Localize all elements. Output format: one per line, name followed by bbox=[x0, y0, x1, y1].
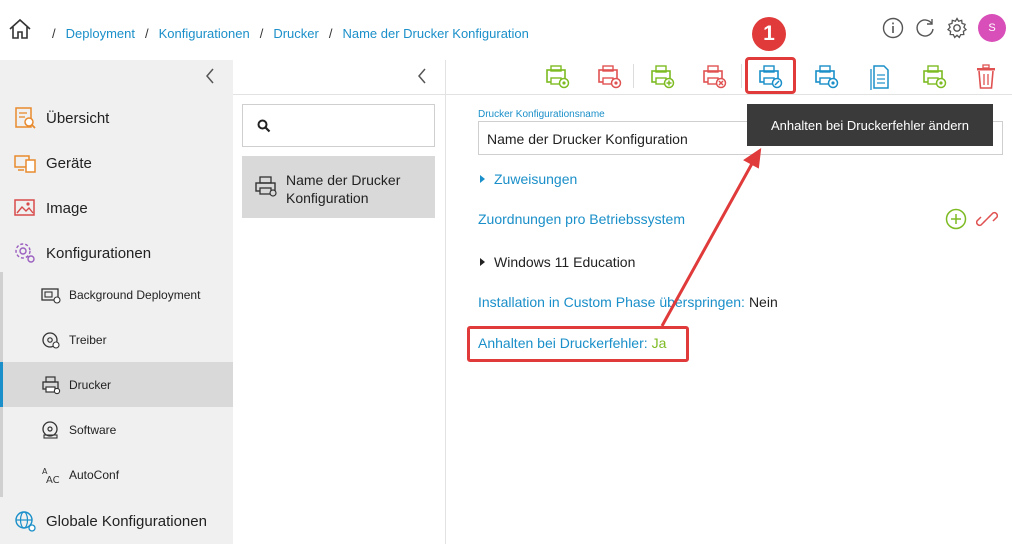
remove-printer-icon bbox=[703, 65, 727, 89]
list-item-label: Name der Drucker Konfiguration bbox=[286, 172, 401, 206]
unlink-icon[interactable] bbox=[976, 208, 998, 230]
sidebar-subitem-label: AutoConf bbox=[69, 467, 120, 482]
add-printer-config-icon bbox=[546, 65, 570, 89]
search-input[interactable] bbox=[281, 113, 426, 139]
printer-settings-button[interactable] bbox=[808, 62, 844, 92]
add-printer-icon bbox=[651, 65, 675, 89]
printer-export-icon bbox=[923, 65, 947, 89]
os-entry-label: Windows 11 Education bbox=[494, 254, 636, 270]
toolbar-separator bbox=[741, 64, 742, 88]
sidebar-item-globale-konfigurationen[interactable]: Globale Konfigurationen bbox=[0, 509, 233, 533]
name-input[interactable] bbox=[487, 128, 767, 150]
add-printer-button[interactable] bbox=[644, 62, 680, 92]
breadcrumb-drucker[interactable]: Drucker bbox=[273, 26, 319, 41]
assignments-expander[interactable]: Zuweisungen bbox=[480, 171, 577, 187]
sidebar-subitem-label: Software bbox=[69, 422, 117, 437]
driver-icon bbox=[42, 331, 60, 349]
printer-icon bbox=[42, 375, 61, 394]
breadcrumb-separator: / bbox=[52, 26, 56, 41]
list-item[interactable]: Name der Drucker Konfiguration bbox=[242, 156, 435, 218]
home-icon[interactable] bbox=[8, 17, 32, 41]
sidebar-subitem-drucker[interactable]: Drucker bbox=[0, 362, 233, 407]
sidebar-item-konfigurationen[interactable]: Konfigurationen bbox=[0, 241, 233, 265]
sidebar-item-image[interactable]: Image bbox=[0, 196, 233, 220]
delete-button[interactable] bbox=[968, 62, 1004, 92]
search-icon bbox=[257, 119, 271, 133]
top-bar: / Deployment / Konfigurationen / Drucker… bbox=[0, 0, 1012, 60]
os-entry-expander[interactable]: Windows 11 Education bbox=[480, 254, 635, 270]
document-copy-icon bbox=[870, 65, 889, 90]
autoconf-icon: A AC bbox=[42, 467, 60, 485]
detail-panel: Drucker Konfigurationsname Zuweisungen Z… bbox=[446, 95, 1012, 544]
delete-printer-config-icon bbox=[598, 65, 622, 89]
copy-config-button[interactable] bbox=[862, 62, 898, 92]
collapse-sidebar-icon[interactable] bbox=[203, 66, 217, 86]
step-badge: 1 bbox=[752, 17, 786, 51]
global-config-icon bbox=[15, 511, 36, 532]
sidebar-item-label: Globale Konfigurationen bbox=[46, 512, 207, 530]
search-box bbox=[242, 104, 435, 147]
highlight-box bbox=[467, 326, 689, 362]
sidebar-subitem-label: Drucker bbox=[69, 377, 112, 392]
list-panel: Name der Drucker Konfiguration bbox=[233, 60, 446, 544]
breadcrumb-separator: / bbox=[259, 26, 264, 41]
refresh-icon[interactable] bbox=[914, 17, 936, 39]
skip-custom-phase-key[interactable]: Installation in Custom Phase überspringe… bbox=[478, 294, 745, 310]
highlight-box bbox=[745, 57, 796, 94]
add-printer-config-button[interactable] bbox=[539, 62, 575, 92]
info-icon[interactable] bbox=[882, 17, 904, 39]
expand-triangle-icon bbox=[480, 175, 485, 183]
sidebar-item-uebersicht[interactable]: Übersicht bbox=[0, 106, 233, 130]
delete-printer-config-button[interactable] bbox=[591, 62, 627, 92]
breadcrumb-separator: / bbox=[145, 26, 149, 41]
sidebar-item-label: Geräte bbox=[46, 154, 92, 172]
breadcrumb-deployment[interactable]: Deployment bbox=[66, 26, 135, 41]
add-circle-icon[interactable] bbox=[945, 208, 967, 230]
printer-settings-icon bbox=[815, 65, 839, 89]
os-mapping-label[interactable]: Zuordnungen pro Betriebssystem bbox=[478, 211, 685, 227]
breadcrumb-konfigurationen[interactable]: Konfigurationen bbox=[159, 26, 250, 41]
sidebar-subitem-software[interactable]: Software bbox=[0, 407, 233, 452]
top-actions: S bbox=[882, 14, 1006, 42]
skip-custom-phase-value: Nein bbox=[748, 294, 778, 310]
os-mapping-row: Zuordnungen pro Betriebssystem bbox=[478, 211, 685, 227]
assignments-label: Zuweisungen bbox=[494, 171, 578, 187]
name-field-label: Drucker Konfigurationsname bbox=[478, 109, 605, 120]
skip-custom-phase-row: Installation in Custom Phase überspringe… bbox=[478, 294, 778, 310]
expand-triangle-icon bbox=[480, 258, 485, 266]
printer-icon bbox=[255, 176, 277, 197]
toolbar-separator bbox=[633, 64, 634, 88]
sidebar-subitem-treiber[interactable]: Treiber bbox=[0, 317, 233, 362]
remove-printer-button[interactable] bbox=[696, 62, 732, 92]
background-deployment-icon bbox=[41, 287, 61, 304]
sidebar-subitem-label: Background Deployment bbox=[69, 287, 201, 302]
sidebar-subitem-autoconf[interactable]: A AC AutoConf bbox=[0, 452, 233, 497]
trash-icon bbox=[977, 64, 995, 89]
image-icon bbox=[14, 199, 35, 216]
collapse-list-icon[interactable] bbox=[415, 66, 429, 86]
breadcrumb-current[interactable]: Name der Drucker Konfiguration bbox=[342, 26, 528, 41]
sidebar-item-label: Image bbox=[46, 199, 88, 217]
tooltip: Anhalten bei Druckerfehler ändern bbox=[747, 104, 993, 146]
sidebar-item-label: Übersicht bbox=[46, 109, 110, 127]
printer-export-button[interactable] bbox=[916, 62, 952, 92]
gear-icon[interactable] bbox=[946, 17, 968, 39]
svg-text:AC: AC bbox=[46, 475, 60, 485]
sidebar-subitem-background-deployment[interactable]: Background Deployment bbox=[0, 272, 233, 317]
avatar[interactable]: S bbox=[978, 14, 1006, 42]
sidebar-subitem-label: Treiber bbox=[69, 332, 107, 347]
sidebar: Übersicht Geräte Image Konfigurationen B… bbox=[0, 60, 233, 544]
breadcrumb-separator: / bbox=[328, 26, 333, 41]
sidebar-item-label: Konfigurationen bbox=[46, 244, 152, 262]
breadcrumb: / Deployment / Konfigurationen / Drucker… bbox=[42, 26, 529, 41]
devices-icon bbox=[14, 155, 36, 173]
software-icon bbox=[42, 420, 58, 439]
sidebar-item-geraete[interactable]: Geräte bbox=[0, 151, 233, 175]
overview-icon bbox=[15, 107, 36, 129]
configurations-icon bbox=[15, 243, 35, 263]
